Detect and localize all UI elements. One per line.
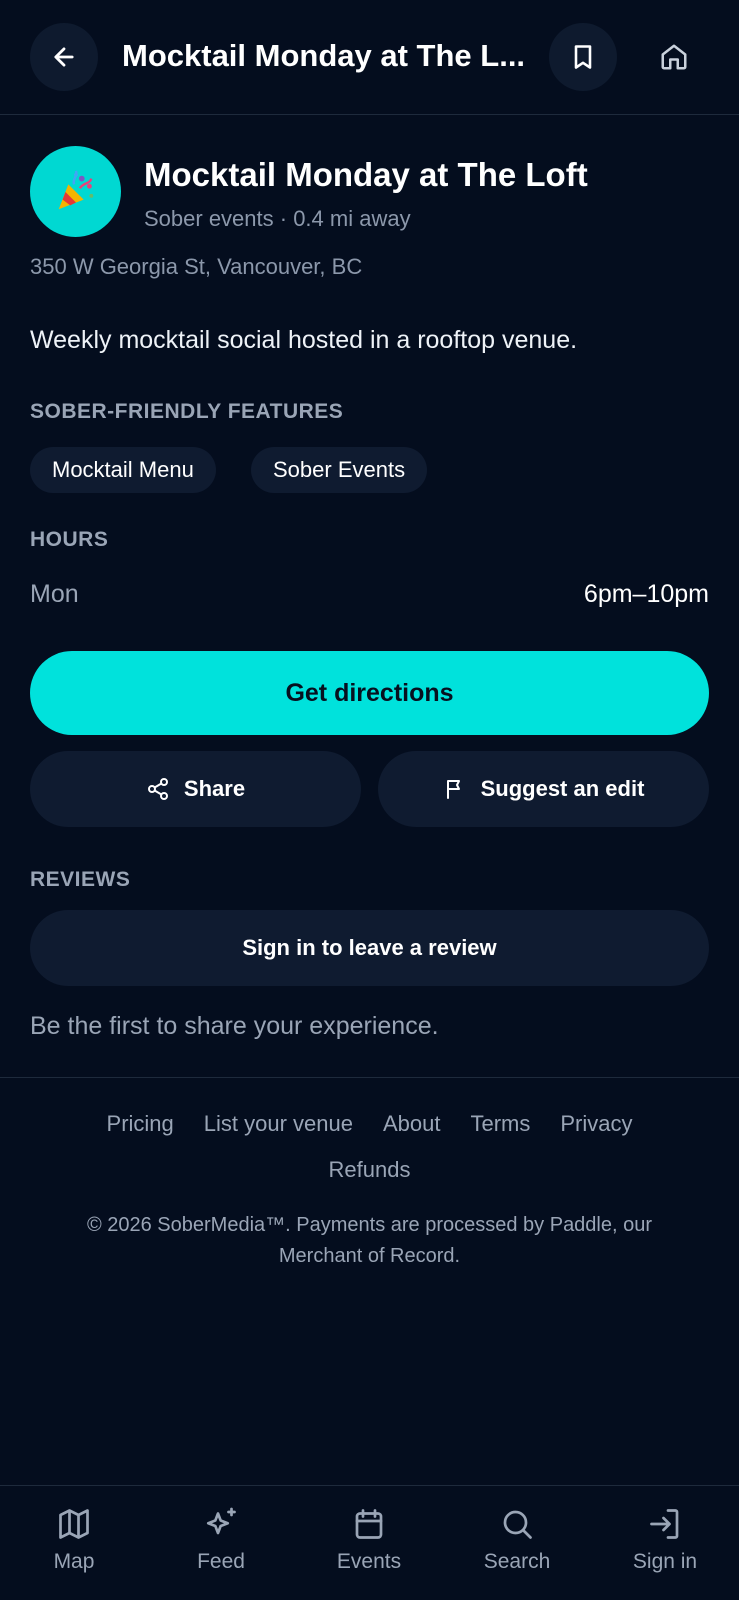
sign-in-review-button[interactable]: Sign in to leave a review xyxy=(30,910,709,986)
page-title: Mocktail Monday at The L... xyxy=(122,38,526,73)
feature-chip: Mocktail Menu xyxy=(30,447,216,493)
footer-link-privacy[interactable]: Privacy xyxy=(560,1111,632,1137)
footer-link-about[interactable]: About xyxy=(383,1111,441,1137)
hours-time: 6pm–10pm xyxy=(583,580,709,608)
hours-heading: HOURS xyxy=(30,528,109,551)
home-icon xyxy=(659,42,689,72)
copyright-text: © 2026 SoberMedia™. Payments are process… xyxy=(86,1214,653,1267)
suggest-edit-label: Suggest an edit xyxy=(480,776,645,801)
footer-link-list-venue[interactable]: List your venue xyxy=(204,1111,353,1137)
footer-links: Pricing List your venue About Terms Priv… xyxy=(0,1111,739,1137)
reviews-empty-text: Be the first to share your experience. xyxy=(30,1012,439,1040)
nav-item-map[interactable]: Map xyxy=(14,1486,134,1600)
nav-item-sign-in[interactable]: Sign in xyxy=(605,1486,725,1600)
venue-subtitle: Sober events · 0.4 mi away xyxy=(144,206,411,231)
get-directions-button[interactable]: Get directions xyxy=(30,651,709,735)
reviews-heading: REVIEWS xyxy=(30,868,131,891)
nav-label: Events xyxy=(336,1550,402,1573)
bookmark-button[interactable] xyxy=(549,23,617,91)
arrow-left-icon xyxy=(50,43,78,71)
nav-item-events[interactable]: Events xyxy=(309,1486,429,1600)
get-directions-label: Get directions xyxy=(285,678,454,707)
share-button[interactable]: Share xyxy=(30,751,361,827)
features-heading: SOBER-FRIENDLY FEATURES xyxy=(30,400,344,423)
venue-address: 350 W Georgia St, Vancouver, BC xyxy=(30,254,363,279)
venue-title: Mocktail Monday at The Loft xyxy=(144,156,588,193)
footer-link-terms[interactable]: Terms xyxy=(470,1111,530,1137)
suggest-edit-button[interactable]: Suggest an edit xyxy=(378,751,709,827)
party-popper-icon xyxy=(53,169,99,215)
share-label: Share xyxy=(183,776,246,801)
bottom-navigation: Map Feed Events Search Sign in xyxy=(0,1485,739,1600)
nav-label: Map xyxy=(53,1550,95,1573)
footer-divider xyxy=(0,1077,739,1078)
nav-label: Feed xyxy=(197,1550,245,1573)
feature-chip: Sober Events xyxy=(251,447,428,493)
venue-detail-page: Mocktail Monday at The L... Mocktail Mon… xyxy=(0,0,739,1600)
sparkles-icon xyxy=(203,1506,239,1542)
home-button[interactable] xyxy=(640,23,708,91)
search-icon xyxy=(499,1506,535,1542)
map-icon xyxy=(56,1506,92,1542)
calendar-icon xyxy=(351,1506,387,1542)
venue-avatar xyxy=(30,146,121,237)
sign-in-icon xyxy=(647,1506,683,1542)
footer-links-secondary: Refunds xyxy=(0,1157,739,1183)
nav-item-search[interactable]: Search xyxy=(457,1486,577,1600)
back-button[interactable] xyxy=(30,23,98,91)
sign-in-review-label: Sign in to leave a review xyxy=(242,935,497,960)
nav-label: Search xyxy=(483,1550,551,1573)
footer-link-pricing[interactable]: Pricing xyxy=(107,1111,174,1137)
venue-description: Weekly mocktail social hosted in a rooft… xyxy=(30,326,578,354)
nav-item-feed[interactable]: Feed xyxy=(161,1486,281,1600)
top-app-bar: Mocktail Monday at The L... xyxy=(0,0,739,115)
hours-day: Mon xyxy=(30,580,79,608)
share-icon xyxy=(146,777,170,801)
nav-label: Sign in xyxy=(632,1550,698,1573)
flag-icon xyxy=(443,777,467,801)
bookmark-icon xyxy=(569,43,597,71)
footer-link-refunds[interactable]: Refunds xyxy=(329,1157,411,1182)
